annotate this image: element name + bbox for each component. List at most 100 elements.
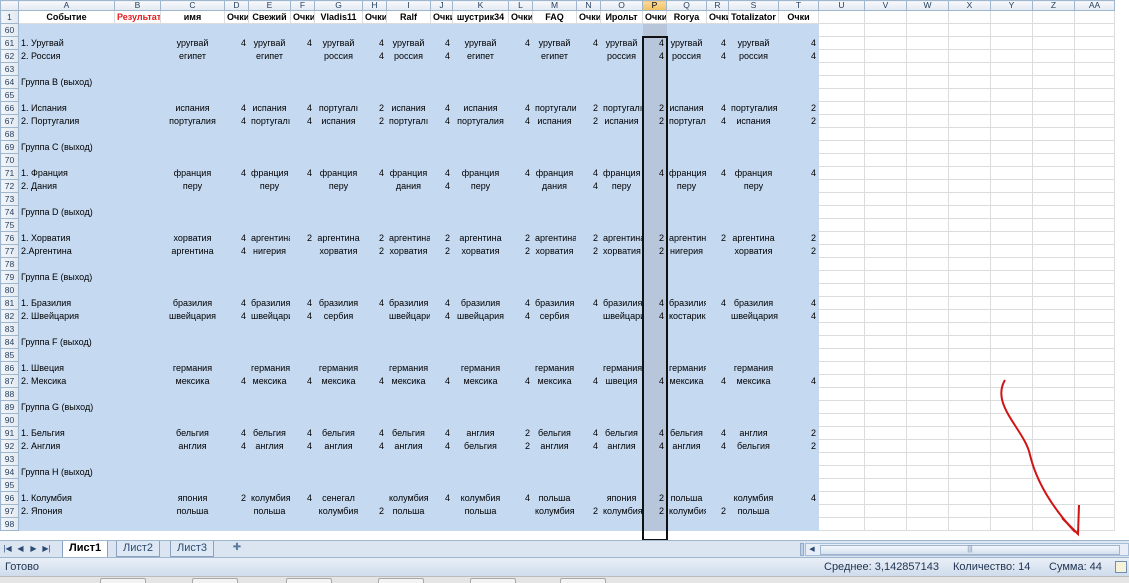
cell[interactable]: [864, 114, 907, 128]
cell[interactable]: [314, 257, 363, 271]
cell[interactable]: 4: [430, 491, 453, 505]
cell[interactable]: [248, 127, 291, 141]
cell[interactable]: [114, 465, 161, 479]
cell[interactable]: [864, 75, 907, 89]
cell[interactable]: [864, 205, 907, 219]
select-all-corner[interactable]: [0, 0, 19, 11]
cell[interactable]: [706, 205, 729, 219]
column-header[interactable]: V: [864, 0, 907, 11]
cell[interactable]: Группа H (выход): [18, 465, 115, 479]
cell[interactable]: [362, 88, 387, 102]
cell[interactable]: [532, 348, 577, 362]
cell[interactable]: [386, 88, 431, 102]
column-header[interactable]: Z: [1032, 0, 1075, 11]
cell[interactable]: нигерия: [666, 244, 707, 258]
cell[interactable]: франция: [532, 166, 577, 180]
cell[interactable]: [1074, 244, 1115, 258]
cell[interactable]: [990, 439, 1033, 453]
cell[interactable]: [508, 478, 533, 492]
cell[interactable]: Очки: [508, 10, 533, 24]
cell[interactable]: Vladis11: [314, 10, 363, 24]
cell[interactable]: [430, 127, 453, 141]
cell[interactable]: [1032, 387, 1075, 401]
cell[interactable]: [706, 322, 729, 336]
worksheet-grid[interactable]: A B C D E F G H I J K L M N O P Q R S T U V W X Y Z AA 1 Событие Рез…: [0, 0, 1129, 540]
cell[interactable]: [452, 62, 509, 76]
cell[interactable]: [386, 465, 431, 479]
row-header[interactable]: 65: [0, 88, 19, 102]
cell[interactable]: [990, 153, 1033, 167]
cell[interactable]: уругвай: [160, 36, 225, 50]
cell[interactable]: [114, 23, 161, 37]
cell[interactable]: нигерия: [248, 244, 291, 258]
cell[interactable]: [532, 413, 577, 427]
cell[interactable]: [160, 218, 225, 232]
cell[interactable]: [362, 478, 387, 492]
cell[interactable]: [642, 478, 667, 492]
cell[interactable]: [452, 478, 509, 492]
cell[interactable]: 2: [290, 231, 315, 245]
cell[interactable]: [864, 88, 907, 102]
cell[interactable]: [114, 62, 161, 76]
cell[interactable]: [1074, 361, 1115, 375]
cell[interactable]: [114, 413, 161, 427]
cell[interactable]: [314, 218, 363, 232]
cell[interactable]: 4: [430, 114, 453, 128]
cell[interactable]: [728, 153, 779, 167]
cell[interactable]: [508, 400, 533, 414]
cell[interactable]: польша: [160, 504, 225, 518]
row-header[interactable]: 1: [0, 10, 19, 24]
cell[interactable]: [576, 283, 601, 297]
cell[interactable]: [224, 270, 249, 284]
cell[interactable]: [642, 335, 667, 349]
cell[interactable]: [386, 153, 431, 167]
cell[interactable]: [728, 218, 779, 232]
cell[interactable]: германия: [728, 361, 779, 375]
cell[interactable]: [114, 179, 161, 193]
cell[interactable]: [1074, 452, 1115, 466]
cell[interactable]: [818, 361, 865, 375]
cell[interactable]: аргентина: [532, 231, 577, 245]
cell[interactable]: [114, 322, 161, 336]
cell[interactable]: [224, 465, 249, 479]
cell[interactable]: [948, 127, 991, 141]
cell[interactable]: [864, 270, 907, 284]
cell[interactable]: [114, 114, 161, 128]
cell[interactable]: 2. Англия: [18, 439, 115, 453]
cell[interactable]: [18, 517, 115, 531]
cell[interactable]: [778, 127, 819, 141]
cell[interactable]: 4: [778, 296, 819, 310]
cell[interactable]: [114, 127, 161, 141]
cell[interactable]: [452, 23, 509, 37]
cell[interactable]: [906, 348, 949, 362]
cell[interactable]: аргентина: [452, 231, 509, 245]
cell[interactable]: [386, 452, 431, 466]
cell[interactable]: [948, 296, 991, 310]
cell[interactable]: россия: [600, 49, 643, 63]
cell[interactable]: 4: [706, 296, 729, 310]
cell[interactable]: [864, 387, 907, 401]
cell[interactable]: аргентина: [386, 231, 431, 245]
cell[interactable]: [18, 218, 115, 232]
column-header[interactable]: T: [778, 0, 819, 11]
cell[interactable]: [778, 140, 819, 154]
sheet-tab-1[interactable]: Лист1: [62, 541, 109, 558]
cell[interactable]: хорватия: [160, 231, 225, 245]
cell[interactable]: 4: [642, 166, 667, 180]
cell[interactable]: [290, 465, 315, 479]
cell[interactable]: [706, 413, 729, 427]
cell[interactable]: 2. Мексика: [18, 374, 115, 388]
cell[interactable]: [728, 270, 779, 284]
cell[interactable]: [160, 153, 225, 167]
cell[interactable]: 4: [430, 36, 453, 50]
cell[interactable]: [248, 452, 291, 466]
cell[interactable]: [864, 348, 907, 362]
cell[interactable]: [666, 335, 707, 349]
cell[interactable]: [18, 88, 115, 102]
cell[interactable]: [1032, 75, 1075, 89]
cell[interactable]: германия: [386, 361, 431, 375]
cell[interactable]: [1074, 192, 1115, 206]
cell[interactable]: [948, 413, 991, 427]
cell[interactable]: 1. Испания: [18, 101, 115, 115]
cell[interactable]: 2: [778, 101, 819, 115]
